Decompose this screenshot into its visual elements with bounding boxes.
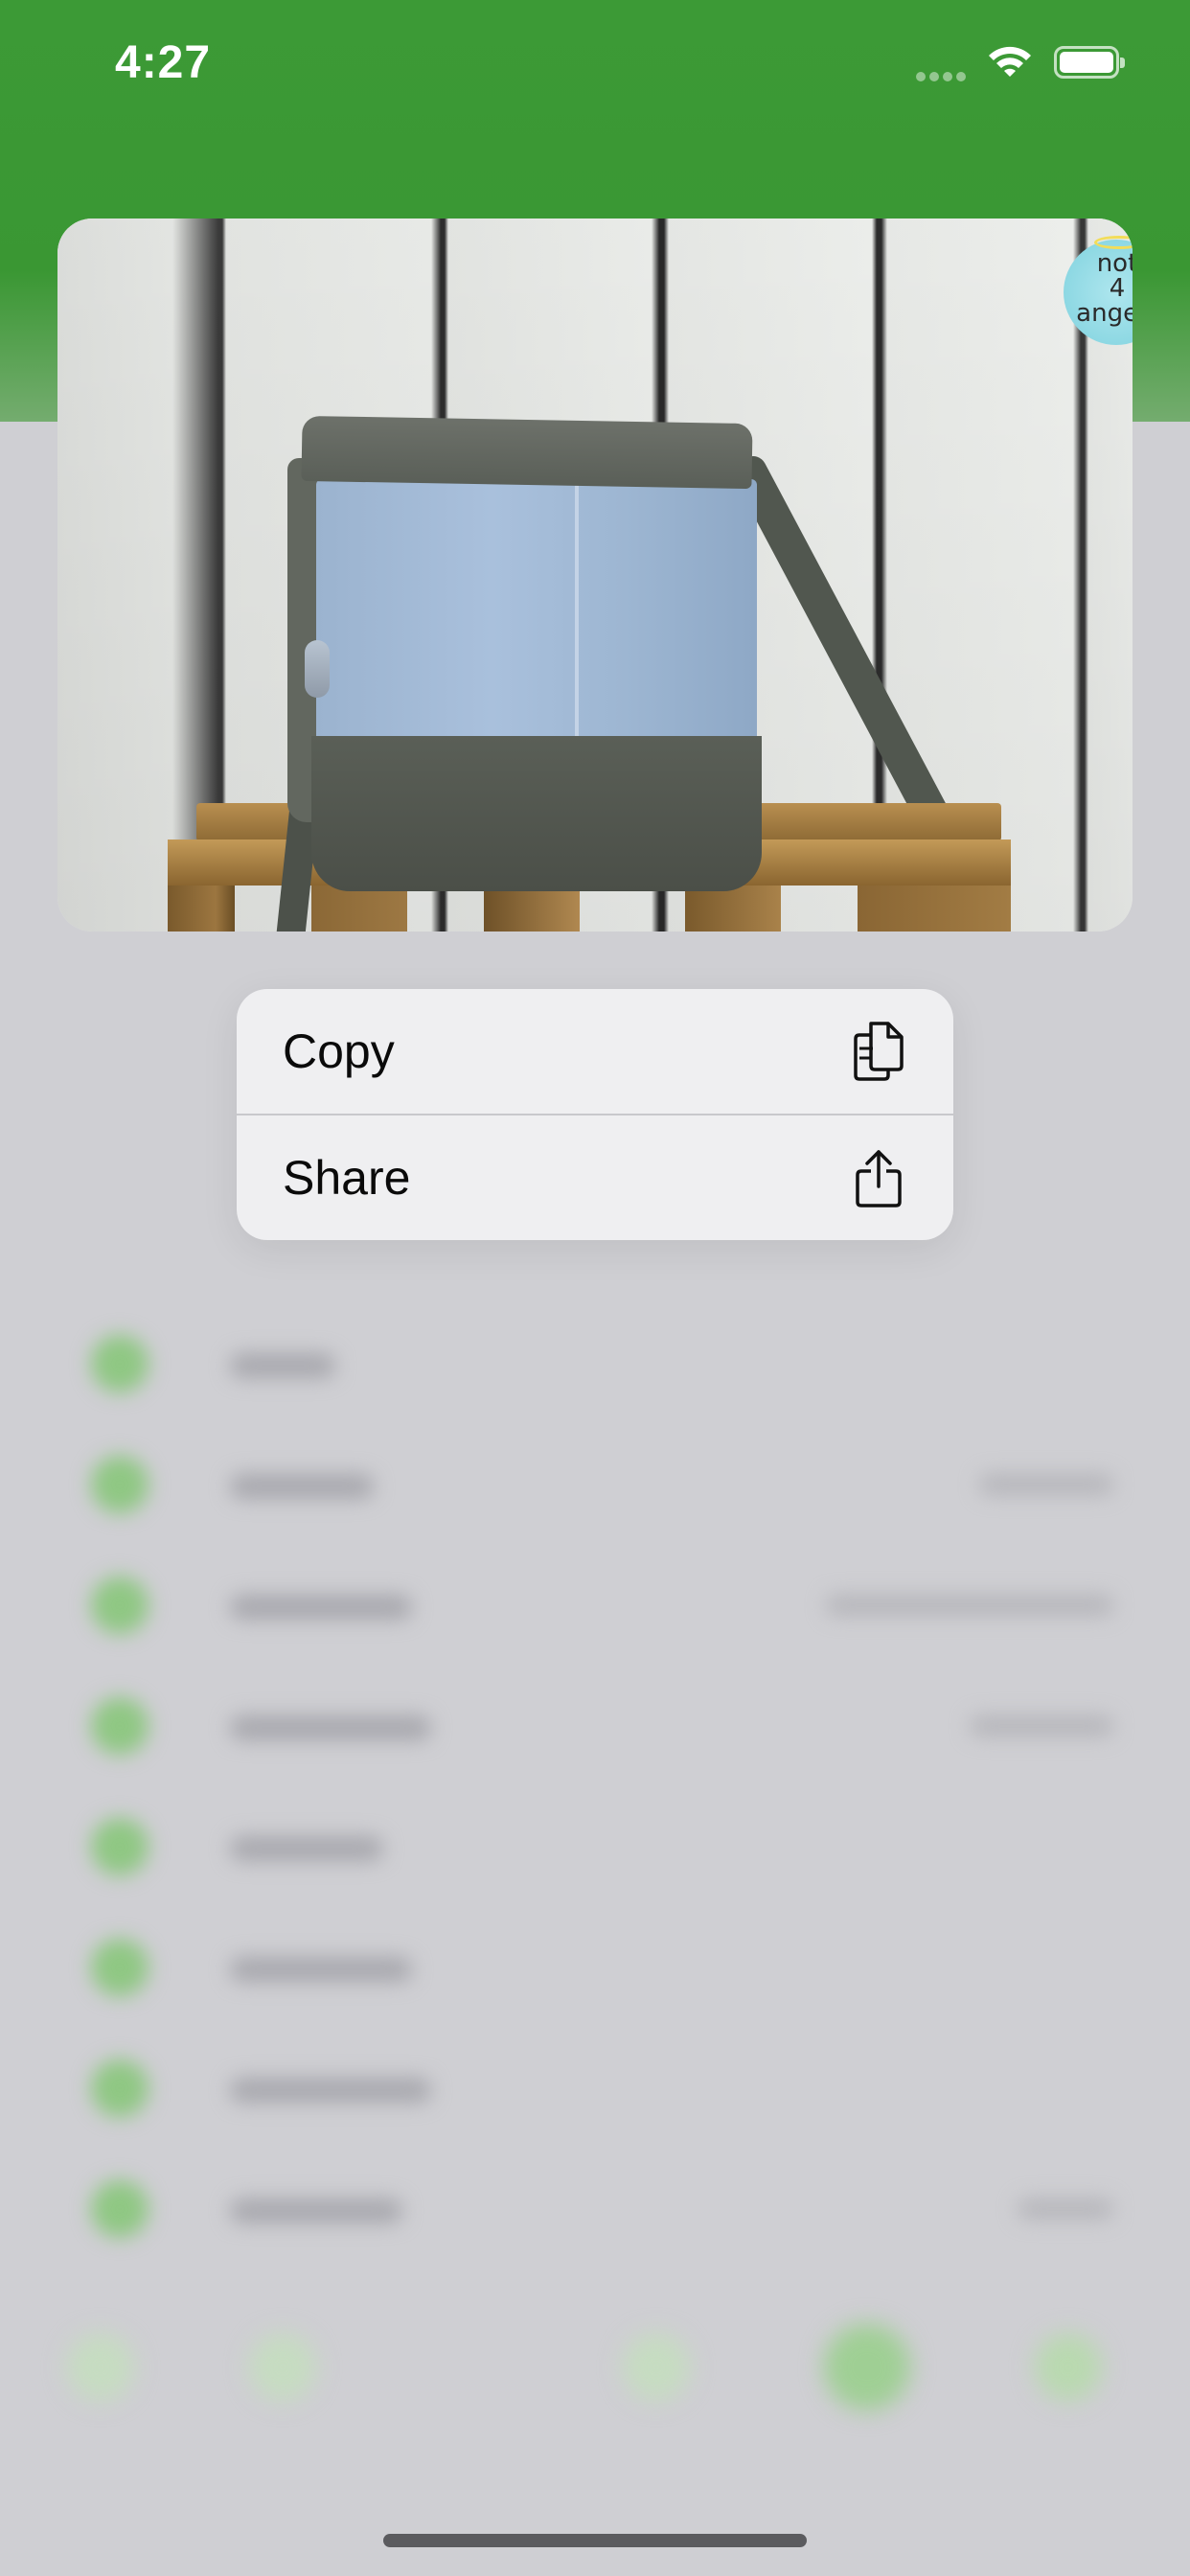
bag-body bbox=[316, 479, 757, 748]
image-preview[interactable]: not 4 angels bbox=[57, 218, 1133, 932]
blurred-row bbox=[57, 1666, 1133, 1786]
context-menu: Copy Share bbox=[237, 989, 953, 1240]
blurred-row bbox=[57, 1786, 1133, 1907]
blurred-row bbox=[57, 1424, 1133, 1545]
blurred-row bbox=[57, 2149, 1133, 2269]
blurred-tab-bar bbox=[0, 2290, 1190, 2434]
bag-charm bbox=[305, 640, 330, 698]
status-time: 4:27 bbox=[115, 37, 212, 88]
wifi-icon bbox=[989, 46, 1031, 77]
menu-item-share[interactable]: Share bbox=[237, 1114, 953, 1240]
menu-item-label: Copy bbox=[283, 1024, 395, 1078]
copy-icon bbox=[854, 1022, 904, 1081]
cellular-signal-icon bbox=[916, 69, 970, 86]
menu-item-copy[interactable]: Copy bbox=[237, 989, 953, 1114]
menu-item-label: Share bbox=[283, 1151, 411, 1205]
brand-logo-text: not 4 angels bbox=[1076, 249, 1133, 328]
blurred-row bbox=[57, 1545, 1133, 1666]
blurred-row bbox=[57, 1303, 1133, 1424]
home-indicator[interactable] bbox=[383, 2534, 807, 2547]
share-icon bbox=[856, 1150, 902, 1208]
blurred-row bbox=[57, 1907, 1133, 2028]
battery-icon bbox=[1054, 46, 1125, 79]
blurred-row bbox=[57, 2028, 1133, 2149]
